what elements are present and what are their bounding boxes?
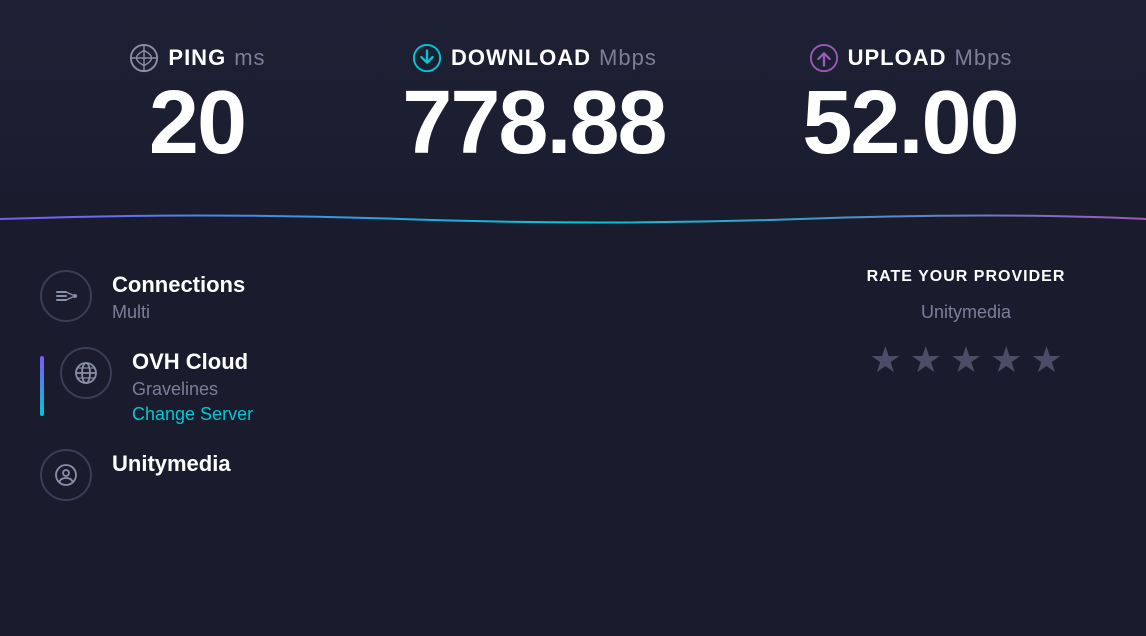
ping-label: PING bbox=[168, 45, 226, 71]
provider-icon bbox=[54, 463, 78, 487]
ping-block: PING ms 20 bbox=[128, 42, 265, 168]
download-label: DOWNLOAD bbox=[451, 45, 591, 71]
globe-icon bbox=[74, 361, 98, 385]
connections-icon bbox=[54, 284, 78, 308]
upload-unit: Mbps bbox=[955, 45, 1013, 71]
download-icon bbox=[411, 42, 443, 74]
upload-block: UPLOAD Mbps 52.00 bbox=[802, 42, 1017, 168]
connections-title: Connections bbox=[112, 272, 245, 298]
star-1[interactable]: ★ bbox=[869, 339, 901, 381]
change-server-button[interactable]: Change Server bbox=[132, 404, 253, 425]
download-unit: Mbps bbox=[599, 45, 657, 71]
upload-label: UPLOAD bbox=[848, 45, 947, 71]
server-text: OVH Cloud Gravelines Change Server bbox=[132, 347, 253, 425]
server-row: OVH Cloud Gravelines Change Server bbox=[40, 335, 786, 437]
star-3[interactable]: ★ bbox=[950, 339, 982, 381]
connections-text: Connections Multi bbox=[112, 270, 245, 323]
download-value: 778.88 bbox=[402, 78, 665, 168]
upload-value: 52.00 bbox=[802, 78, 1017, 168]
ping-unit: ms bbox=[234, 45, 265, 71]
rate-provider-name: Unitymedia bbox=[921, 302, 1011, 323]
star-4[interactable]: ★ bbox=[990, 339, 1022, 381]
connections-subtitle: Multi bbox=[112, 302, 245, 323]
ping-icon bbox=[128, 42, 160, 74]
connections-icon-circle bbox=[40, 270, 92, 322]
ping-header: PING ms bbox=[128, 42, 265, 74]
server-title: OVH Cloud bbox=[132, 349, 253, 375]
right-panel: RATE YOUR PROVIDER Unitymedia ★ ★ ★ ★ ★ bbox=[786, 258, 1106, 513]
server-location: Gravelines bbox=[132, 379, 253, 400]
ping-value: 20 bbox=[149, 78, 245, 168]
provider-icon-circle bbox=[40, 449, 92, 501]
left-panel: Connections Multi OVH Cloud Gravelines C… bbox=[40, 258, 786, 513]
upload-header: UPLOAD Mbps bbox=[808, 42, 1013, 74]
connections-row: Connections Multi bbox=[40, 258, 786, 335]
upload-icon bbox=[808, 42, 840, 74]
provider-row: Unitymedia bbox=[40, 437, 786, 513]
active-bar bbox=[40, 356, 44, 416]
metrics-bar: PING ms 20 DOWNLOAD Mbps 778.88 bbox=[0, 0, 1146, 210]
wave-divider bbox=[0, 210, 1146, 228]
star-5[interactable]: ★ bbox=[1030, 339, 1062, 381]
star-2[interactable]: ★ bbox=[910, 339, 942, 381]
stars-row[interactable]: ★ ★ ★ ★ ★ bbox=[869, 339, 1062, 381]
provider-text: Unitymedia bbox=[112, 449, 231, 477]
download-header: DOWNLOAD Mbps bbox=[411, 42, 657, 74]
provider-title: Unitymedia bbox=[112, 451, 231, 477]
server-icon-circle bbox=[60, 347, 112, 399]
download-block: DOWNLOAD Mbps 778.88 bbox=[402, 42, 665, 168]
rate-title: RATE YOUR PROVIDER bbox=[867, 268, 1066, 286]
bottom-panel: Connections Multi OVH Cloud Gravelines C… bbox=[0, 228, 1146, 543]
